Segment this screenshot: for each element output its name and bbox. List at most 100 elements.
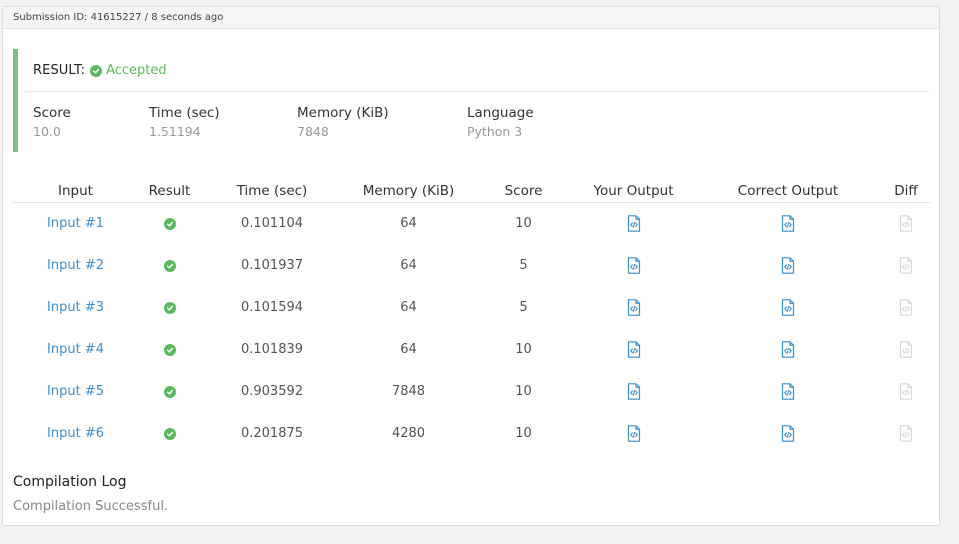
stat-score: Score 10.0 [33,105,71,139]
column-header: Input [13,183,138,203]
file-code-disabled-icon [899,425,913,442]
result-line: RESULT: Accepted [33,63,167,78]
file-code-icon[interactable] [627,383,641,400]
table-row: Input #6 0.201875 4280 10 [13,413,930,455]
check-circle-icon [90,64,103,77]
table-row: Input #1 0.101104 64 10 [13,203,930,245]
your-output-cell [573,413,694,455]
file-code-icon[interactable] [627,257,641,274]
column-header: Memory (KiB) [343,183,474,203]
memory-cell: 7848 [391,384,426,399]
column-header: Diff [882,183,930,203]
table-row: Input #2 0.101937 64 5 [13,245,930,287]
diff-cell [882,287,930,329]
file-code-icon[interactable] [781,383,795,400]
result-label: RESULT: [33,63,86,78]
table-row: Input #4 0.101839 64 10 [13,329,930,371]
result-block: RESULT: Accepted Score 10.0 Time (sec) 1… [13,49,930,152]
check-circle-icon [163,343,176,356]
file-code-disabled-icon [899,341,913,358]
file-code-icon[interactable] [627,425,641,442]
score-cell: 10 [515,216,532,232]
input-link[interactable]: Input #3 [13,287,138,329]
correct-output-cell [694,413,882,455]
file-code-icon[interactable] [627,299,641,316]
input-link[interactable]: Input #2 [13,245,138,287]
file-code-icon[interactable] [781,425,795,442]
file-code-icon[interactable] [627,215,641,233]
compilation-log-message: Compilation Successful. [13,499,169,514]
check-circle-icon [163,385,176,398]
file-code-icon[interactable] [781,257,795,274]
check-circle-icon [163,301,176,314]
file-code-icon[interactable] [781,341,795,358]
time-cell: 0.101104 [240,216,304,232]
submission-panel: Submission ID: 41615227 / 8 seconds ago … [2,6,940,526]
stat-time-value: 1.51194 [149,124,201,139]
stat-score-value: 10.0 [33,124,61,139]
your-output-cell [573,329,694,371]
diff-cell [882,371,930,413]
memory-cell: 64 [400,300,417,315]
table-row: Input #3 0.101594 64 5 [13,287,930,329]
time-cell: 0.101594 [240,300,304,315]
column-header: Result [138,183,201,203]
result-status-text: Accepted [106,63,167,78]
correct-output-cell [694,329,882,371]
score-cell: 10 [515,342,532,357]
stat-language-value: Python 3 [467,124,523,139]
diff-cell [882,245,930,287]
result-cell [138,371,201,413]
score-cell: 10 [515,384,532,399]
file-code-disabled-icon [899,299,913,316]
stat-time-label: Time (sec) [149,105,220,121]
time-cell: 0.101937 [240,258,304,273]
compilation-log-title: Compilation Log [13,474,127,490]
your-output-cell [573,371,694,413]
memory-cell: 64 [400,258,417,273]
file-code-disabled-icon [899,215,913,233]
input-link[interactable]: Input #6 [13,413,138,455]
column-header: Score [474,183,573,203]
correct-output-cell [694,203,882,245]
file-code-disabled-icon [899,383,913,400]
memory-cell: 4280 [391,426,426,441]
diff-cell [882,413,930,455]
stat-score-label: Score [33,105,71,121]
file-code-icon[interactable] [627,341,641,358]
stat-time: Time (sec) 1.51194 [149,105,220,139]
column-header: Time (sec) [201,183,343,203]
file-code-icon[interactable] [781,215,795,233]
diff-cell [882,329,930,371]
check-circle-icon [163,259,176,272]
result-cell [138,287,201,329]
stat-memory-label: Memory (KiB) [297,105,389,121]
result-cell [138,245,201,287]
score-cell: 5 [519,300,528,315]
score-cell: 10 [515,426,532,441]
column-header: Correct Output [694,183,882,203]
time-cell: 0.201875 [240,426,304,441]
correct-output-cell [694,371,882,413]
correct-output-cell [694,287,882,329]
result-cell [138,413,201,455]
score-cell: 5 [519,258,528,273]
your-output-cell [573,203,694,245]
result-status: Accepted [90,63,167,78]
table-row: Input #5 0.903592 7848 10 [13,371,930,413]
input-link[interactable]: Input #1 [13,203,138,245]
memory-cell: 64 [400,342,417,357]
memory-cell: 64 [400,216,417,232]
input-link[interactable]: Input #4 [13,329,138,371]
stat-memory: Memory (KiB) 7848 [297,105,389,139]
correct-output-cell [694,245,882,287]
input-link[interactable]: Input #5 [13,371,138,413]
your-output-cell [573,245,694,287]
file-code-icon[interactable] [781,299,795,316]
stat-memory-value: 7848 [297,124,329,139]
table-header-row: Input Result Time (sec) Memory (KiB) Sco… [13,183,930,203]
your-output-cell [573,287,694,329]
submission-header: Submission ID: 41615227 / 8 seconds ago [3,7,939,29]
time-cell: 0.101839 [240,342,304,357]
check-circle-icon [163,217,176,230]
